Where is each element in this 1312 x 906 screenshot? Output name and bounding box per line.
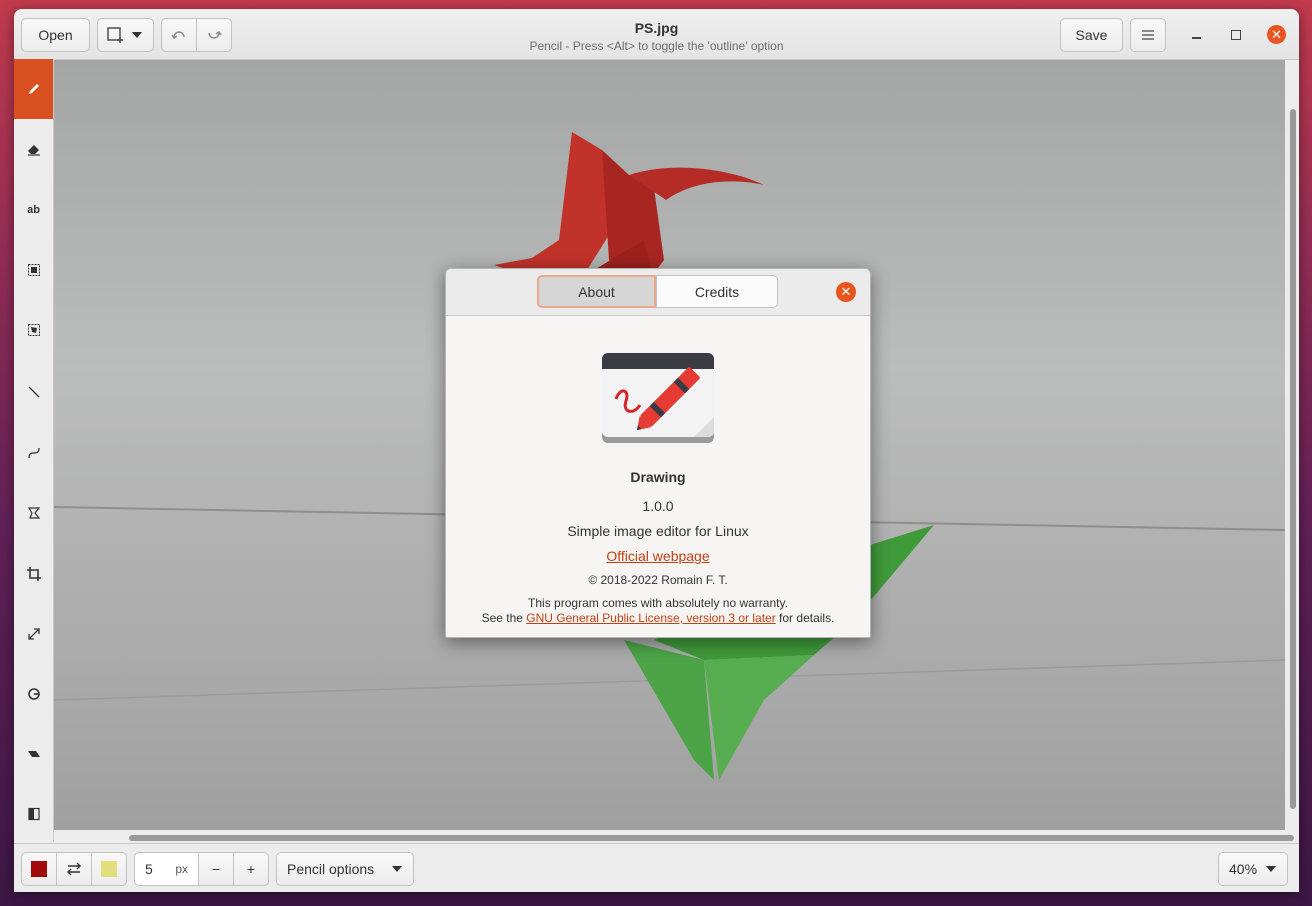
tool-line[interactable] (14, 362, 53, 422)
selection-menu-button[interactable] (97, 18, 154, 52)
title-area: PS.jpg Pencil - Press <Alt> to toggle th… (454, 20, 859, 53)
open-button-label: Open (38, 27, 73, 43)
tab-credits-label: Credits (694, 283, 740, 300)
pencil-options-label: Pencil options (287, 861, 375, 877)
minimize-icon (1191, 37, 1201, 39)
tool-rotate[interactable] (14, 664, 53, 724)
header-bar: Open PS.jpg Pencil - Press <Alt> to togg… (14, 9, 1299, 60)
license-suffix: for details. (775, 611, 835, 625)
tool-text[interactable]: ab (14, 180, 53, 240)
official-webpage-link[interactable]: Official webpage (606, 548, 709, 564)
tool-pencil[interactable] (14, 59, 53, 119)
warranty-line: This program comes with absolutely no wa… (528, 596, 788, 610)
plus-icon: + (246, 861, 256, 877)
crop-icon (26, 567, 41, 581)
maximize-button[interactable] (1227, 26, 1245, 44)
app-version: 1.0.0 (642, 498, 674, 514)
window-subtitle: Pencil - Press <Alt> to toggle the 'outl… (529, 39, 784, 53)
about-dialog: About Credits ✕ Drawing 1.0.0 Simple ima… (445, 268, 871, 638)
website-link-row: Official webpage (446, 548, 870, 564)
size-spinbutton[interactable]: 5 px (134, 852, 199, 886)
tool-crop[interactable] (14, 544, 53, 604)
chevron-down-icon (1266, 866, 1276, 872)
size-value: 5 (145, 861, 153, 877)
save-button-label: Save (1075, 27, 1108, 43)
window-title: PS.jpg (634, 20, 679, 36)
tool-skew[interactable] (14, 724, 53, 784)
swap-colors-button[interactable] (56, 852, 92, 886)
app-description: Simple image editor for Linux (567, 523, 749, 539)
open-button[interactable]: Open (21, 18, 90, 52)
license-prefix: See the (481, 611, 527, 625)
pencil-options-menu[interactable]: Pencil options (276, 852, 414, 886)
save-button[interactable]: Save (1060, 18, 1123, 52)
maximize-icon (1231, 30, 1241, 40)
new-selection-icon (107, 27, 123, 43)
shape-icon (27, 507, 40, 519)
close-icon: ✕ (1271, 26, 1282, 42)
free-select-icon (27, 324, 40, 336)
text-icon: ab (27, 204, 40, 216)
decrease-size-button[interactable]: − (198, 852, 234, 886)
zoom-level: 40% (1229, 861, 1258, 877)
line-icon (28, 386, 39, 398)
bottom-toolbar: 5 px − + Pencil options 40% (14, 843, 1299, 892)
rect-select-icon (27, 264, 40, 276)
close-icon: ✕ (840, 284, 852, 299)
license-link[interactable]: GNU General Public License, version 3 or… (526, 611, 775, 625)
horizontal-scrollbar[interactable] (129, 835, 1294, 841)
tool-free-select[interactable] (14, 300, 53, 360)
about-dialog-header: About Credits ✕ (446, 269, 870, 316)
tools-sidebar: ab (14, 59, 54, 842)
eraser-icon (27, 145, 40, 156)
dialog-close-button[interactable]: ✕ (836, 282, 856, 302)
undo-button[interactable] (161, 18, 197, 52)
scale-icon (27, 628, 40, 640)
tool-curve[interactable] (14, 423, 53, 483)
app-logo (602, 353, 714, 443)
app-name: Drawing (630, 469, 686, 485)
copyright: © 2018-2022 Romain F. T. (588, 573, 728, 587)
hamburger-menu-icon (1142, 30, 1154, 40)
minus-icon: − (211, 861, 221, 877)
vertical-scrollbar[interactable] (1290, 109, 1296, 809)
tool-rect-select[interactable] (14, 240, 53, 300)
close-button[interactable]: ✕ (1267, 25, 1286, 44)
swap-arrows-icon (67, 862, 81, 876)
skew-icon (27, 751, 40, 757)
tool-filters[interactable] (14, 784, 53, 844)
main-color-button[interactable] (21, 852, 57, 886)
main-color-swatch (31, 861, 47, 877)
size-unit: px (175, 862, 188, 876)
redo-button[interactable] (196, 18, 232, 52)
tab-about-label: About (578, 283, 615, 300)
chevron-down-icon (392, 866, 402, 872)
license-line: See the GNU General Public License, vers… (446, 611, 870, 625)
tab-about[interactable]: About (537, 275, 656, 308)
zoom-menu[interactable]: 40% (1218, 852, 1288, 886)
undo-icon (171, 31, 185, 39)
redo-icon (208, 31, 222, 39)
tool-scale[interactable] (14, 604, 53, 664)
rotate-icon (27, 688, 40, 700)
tab-credits[interactable]: Credits (656, 275, 778, 308)
secondary-color-swatch (101, 861, 117, 877)
secondary-color-button[interactable] (91, 852, 127, 886)
tool-eraser[interactable] (14, 119, 53, 179)
filters-icon (27, 807, 40, 821)
main-menu-button[interactable] (1130, 18, 1166, 52)
tool-shape[interactable] (14, 483, 53, 543)
pencil-icon (28, 84, 39, 94)
minimize-button[interactable] (1187, 26, 1205, 44)
increase-size-button[interactable]: + (233, 852, 269, 886)
curve-icon (27, 447, 40, 459)
chevron-down-icon (132, 32, 142, 38)
